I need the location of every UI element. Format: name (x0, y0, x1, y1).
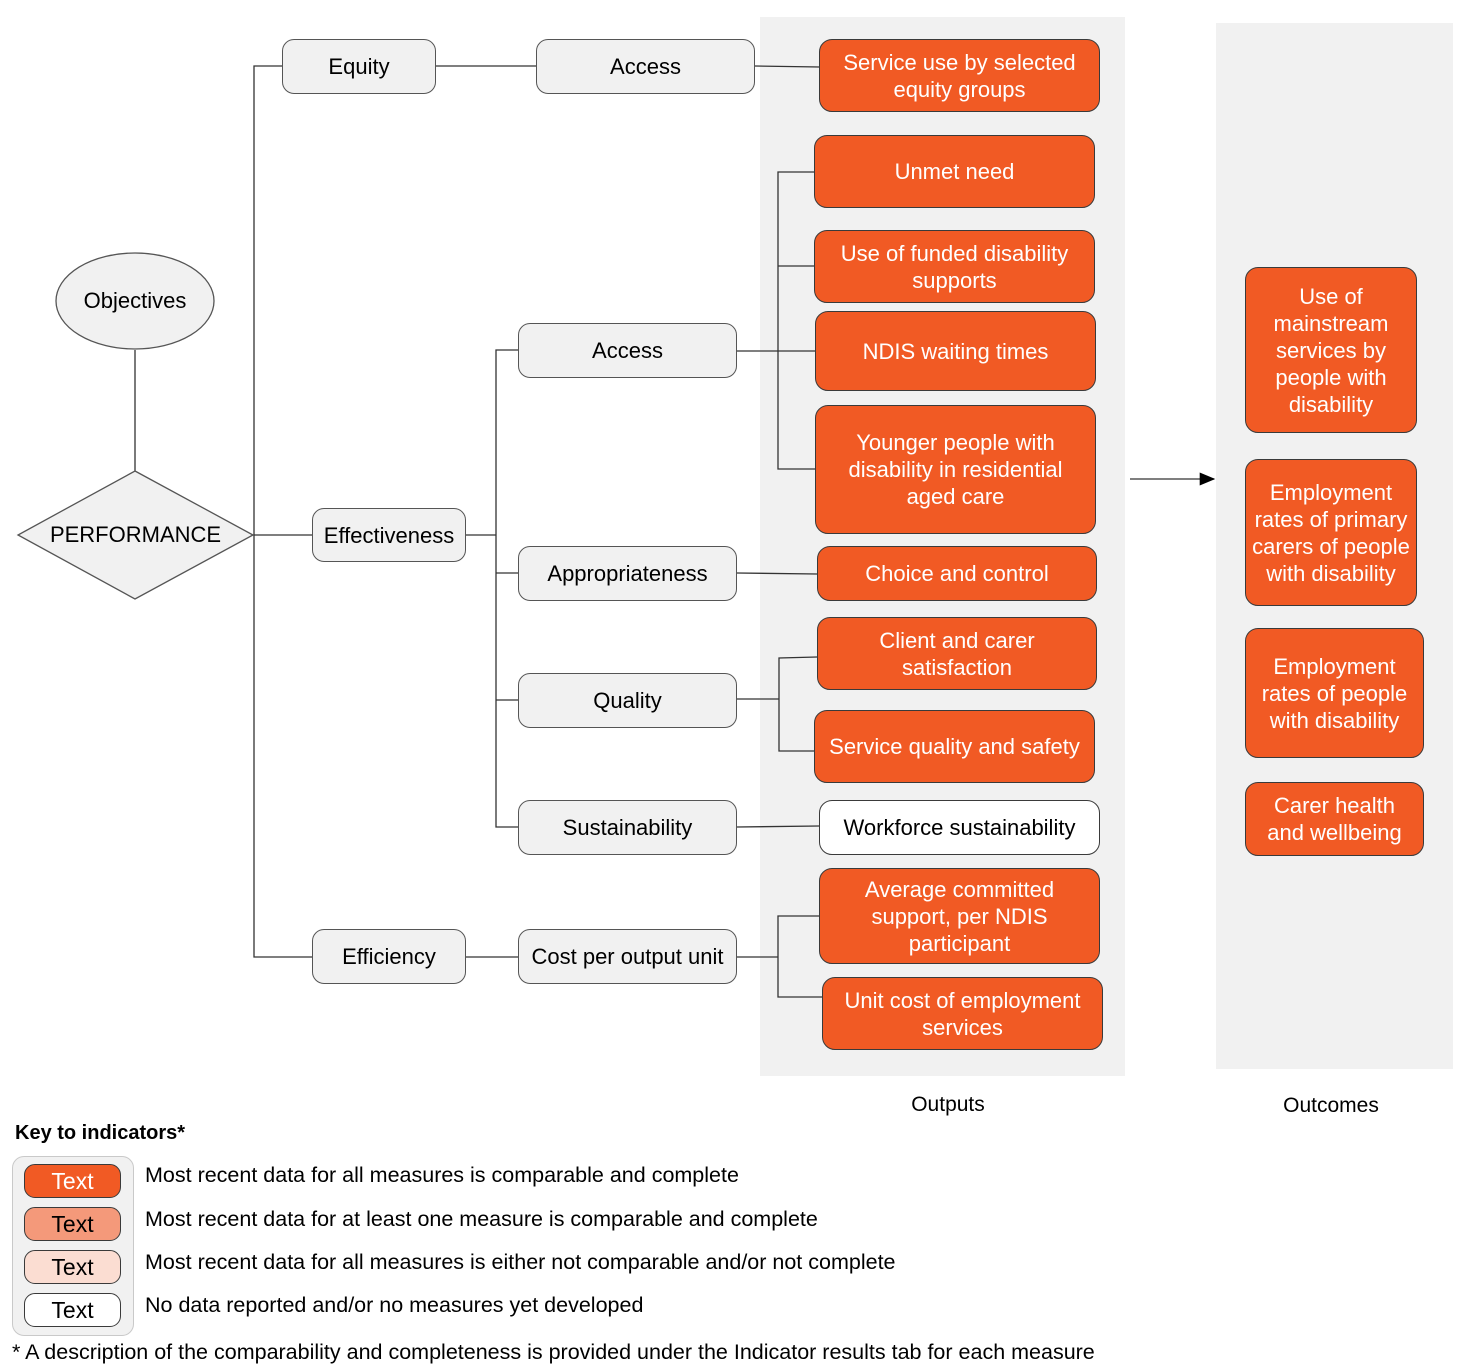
outcome-indicator[interactable]: Use of mainstream services by people wit… (1245, 267, 1417, 433)
domain-efficiency[interactable]: Efficiency (312, 929, 466, 984)
subdomain-access[interactable]: Access (518, 323, 737, 378)
output-indicator[interactable]: Service quality and safety (814, 710, 1095, 783)
subdomain-equity-access[interactable]: Access (536, 39, 755, 94)
outcomes-heading: Outcomes (1283, 1094, 1379, 1117)
subdomain-label: Sustainability (562, 815, 693, 840)
access-outputs-trunk (777, 171, 816, 470)
subdomain-label: Access (592, 338, 663, 363)
outcome-indicator[interactable]: Carer health and wellbeing (1245, 782, 1424, 856)
outcome-indicator[interactable]: Employment rates of people with disabili… (1245, 628, 1424, 758)
objectives-node[interactable]: Objectives (56, 253, 214, 349)
objectives-label: Objectives (83, 288, 187, 313)
key-title: Key to indicators* (15, 1122, 186, 1144)
outcome-indicator[interactable]: Employment rates of primary carers of pe… (1245, 459, 1417, 606)
domain-efficiency-label: Efficiency (342, 944, 436, 969)
outputs-heading: Outputs (911, 1093, 985, 1116)
domains-trunk (253, 65, 312, 958)
output-indicator[interactable]: Unmet need (814, 135, 1095, 208)
key-footnote: * A description of the comparability and… (12, 1340, 1095, 1364)
subdomain-appropriateness[interactable]: Appropriateness (518, 546, 737, 601)
cost-outputs-trunk (777, 915, 822, 998)
output-indicator[interactable]: Client and carer satisfaction (817, 617, 1097, 690)
key-description: No data reported and/or no measures yet … (145, 1293, 644, 1317)
quality-outputs-trunk (778, 656, 818, 752)
key-description: Most recent data for all measures is eit… (145, 1250, 896, 1274)
performance-label: PERFORMANCE (49, 522, 222, 547)
key-description: Most recent data for at least one measur… (145, 1207, 818, 1231)
output-indicator[interactable]: Unit cost of employment services (822, 977, 1103, 1050)
subdomain-quality[interactable]: Quality (518, 673, 737, 728)
key-swatch-incomplete: Text (24, 1250, 121, 1284)
domain-equity-label: Equity (328, 54, 390, 79)
domain-effectiveness-label: Effectiveness (323, 522, 455, 548)
performance-node[interactable]: PERFORMANCE (18, 471, 253, 599)
subdomain-label: Appropriateness (547, 561, 708, 586)
subdomain-sustainability[interactable]: Sustainability (518, 800, 737, 855)
key-swatch-no-data: Text (24, 1293, 121, 1327)
output-indicator[interactable]: NDIS waiting times (815, 311, 1096, 391)
subdomain-label: Quality (593, 688, 662, 713)
domain-equity[interactable]: Equity (282, 39, 436, 94)
effectiveness-trunk (495, 349, 518, 828)
subdomain-label: Access (610, 54, 681, 79)
output-indicator[interactable]: Use of funded disability supports (814, 230, 1095, 303)
output-indicator[interactable]: Service use by selected equity groups (819, 39, 1100, 112)
output-indicator[interactable]: Workforce sustainability (819, 800, 1100, 855)
key-swatch-partial: Text (24, 1207, 121, 1241)
output-indicator[interactable]: Choice and control (817, 546, 1097, 601)
subdomain-cost-per-output-unit[interactable]: Cost per output unit (518, 929, 737, 984)
output-indicator[interactable]: Average committed support, per NDIS part… (819, 868, 1100, 964)
domain-effectiveness[interactable]: Effectiveness (312, 508, 466, 562)
key-swatch-complete: Text (24, 1164, 121, 1198)
output-indicator[interactable]: Younger people with disability in reside… (815, 405, 1096, 534)
subdomain-label: Cost per output unit (531, 944, 724, 969)
key-description: Most recent data for all measures is com… (145, 1163, 739, 1187)
